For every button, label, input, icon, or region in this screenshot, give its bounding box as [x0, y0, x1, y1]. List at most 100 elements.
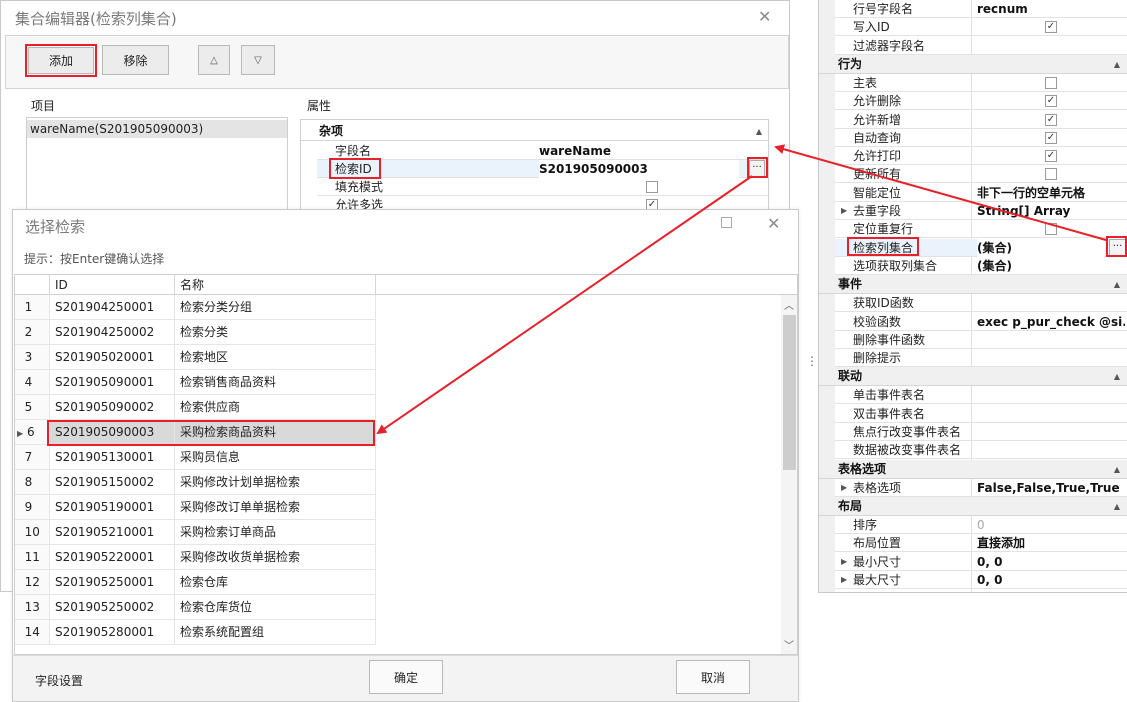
property-row[interactable]: 定位重复行: [835, 220, 1127, 239]
property-value[interactable]: [977, 441, 1125, 459]
collapse-icon[interactable]: ▲: [1114, 460, 1120, 479]
property-row[interactable]: 更新所有: [835, 165, 1127, 184]
property-row[interactable]: 允许删除 ✓: [835, 92, 1127, 111]
column-header-name[interactable]: 名称: [175, 275, 376, 295]
table-row[interactable]: ▶ 6 S201905090003 采购检索商品资料: [15, 420, 781, 445]
property-row[interactable]: 数据被改变事件表名: [835, 441, 1127, 460]
table-row[interactable]: 5 S201905090002 检索供应商: [15, 395, 781, 420]
name-cell[interactable]: 采购修改订单单据检索: [175, 495, 376, 520]
id-cell[interactable]: S201905090002: [50, 395, 175, 420]
add-button[interactable]: 添加: [28, 47, 94, 74]
id-cell[interactable]: S201905020001: [50, 345, 175, 370]
property-value[interactable]: 0, 0: [977, 553, 1125, 571]
property-checkbox[interactable]: [1045, 76, 1057, 89]
scroll-up-icon[interactable]: ︿: [784, 297, 794, 312]
id-cell[interactable]: S201905280001: [50, 620, 175, 645]
id-cell[interactable]: S201905150002: [50, 470, 175, 495]
property-row[interactable]: 行号字段名 recnum: [835, 0, 1127, 18]
table-row[interactable]: 13 S201905250002 检索仓库货位: [15, 595, 781, 620]
name-cell[interactable]: 采购检索订单商品: [175, 520, 376, 545]
property-row[interactable]: 检索列集合 (集合) ···: [835, 238, 1127, 257]
column-header-id[interactable]: ID: [50, 275, 175, 295]
table-row[interactable]: 2 S201904250002 检索分类: [15, 320, 781, 345]
category-header[interactable]: 行为 ▲: [819, 54, 1127, 74]
property-row[interactable]: 允许新增 ✓: [835, 111, 1127, 129]
table-row[interactable]: 1 S201904250001 检索分类分组: [15, 295, 781, 320]
property-value[interactable]: (集合): [977, 257, 1125, 275]
id-cell[interactable]: S201904250002: [50, 320, 175, 345]
fill-mode-checkbox[interactable]: [646, 181, 658, 193]
property-value[interactable]: exec p_pur_check @si...: [977, 313, 1125, 331]
property-row[interactable]: 自动查询 ✓: [835, 129, 1127, 147]
property-row[interactable]: 允许打印 ✓: [835, 147, 1127, 166]
property-row[interactable]: ▶ 表格选项 False,False,True,True: [835, 479, 1127, 497]
ellipsis-button[interactable]: ···: [749, 160, 765, 177]
collapse-icon[interactable]: ▲: [756, 122, 762, 141]
property-checkbox[interactable]: ✓: [1045, 150, 1057, 163]
name-cell[interactable]: 检索分类分组: [175, 295, 376, 320]
property-row[interactable]: 选项获取列集合 (集合): [835, 257, 1127, 275]
id-cell[interactable]: S201905250001: [50, 570, 175, 595]
property-row[interactable]: 校验函数 exec p_pur_check @si...: [835, 313, 1127, 331]
prop-row-fill-mode[interactable]: 填充模式: [317, 178, 768, 196]
property-row[interactable]: 智能定位 非下一行的空单元格: [835, 184, 1127, 202]
property-row[interactable]: 删除提示: [835, 349, 1127, 368]
id-cell[interactable]: S201905220001: [50, 545, 175, 570]
table-row[interactable]: 7 S201905130001 采购员信息: [15, 445, 781, 470]
property-value[interactable]: [977, 349, 1125, 367]
table-row[interactable]: 12 S201905250001 检索仓库: [15, 570, 781, 595]
property-value[interactable]: [977, 405, 1125, 423]
property-checkbox[interactable]: ✓: [1045, 95, 1057, 108]
property-value[interactable]: 0, 0: [977, 571, 1125, 589]
name-cell[interactable]: 检索系统配置组: [175, 620, 376, 645]
maximize-icon[interactable]: [721, 217, 732, 228]
field-settings-link[interactable]: 字段设置: [35, 672, 83, 689]
name-cell[interactable]: 采购检索商品资料: [175, 420, 376, 445]
prop-row-search-id[interactable]: 检索ID S201905090003 ···: [317, 160, 768, 178]
property-row[interactable]: 获取ID函数: [835, 294, 1127, 313]
category-header[interactable]: 联动 ▲: [819, 367, 1127, 387]
property-value[interactable]: [977, 294, 1125, 312]
items-list[interactable]: wareName(S201905090003): [26, 117, 288, 217]
property-row[interactable]: 主表: [835, 74, 1127, 92]
property-row[interactable]: 过滤器字段名: [835, 37, 1127, 55]
expand-icon[interactable]: ▶: [841, 553, 847, 571]
prop-row-field-name[interactable]: 字段名 wareName: [317, 142, 768, 160]
remove-button[interactable]: 移除: [102, 45, 169, 75]
items-list-item[interactable]: wareName(S201905090003): [27, 120, 287, 138]
collapse-icon[interactable]: ▲: [1114, 55, 1120, 74]
collapse-icon[interactable]: ▲: [1114, 275, 1120, 294]
id-cell[interactable]: S201905210001: [50, 520, 175, 545]
name-cell[interactable]: 检索地区: [175, 345, 376, 370]
expand-icon[interactable]: ▶: [841, 479, 847, 497]
id-cell[interactable]: S201904250001: [50, 295, 175, 320]
id-cell[interactable]: S201905090001: [50, 370, 175, 395]
table-row[interactable]: 4 S201905090001 检索销售商品资料: [15, 370, 781, 395]
ellipsis-button[interactable]: ···: [1109, 238, 1126, 256]
property-value[interactable]: (集合): [977, 238, 1105, 257]
table-row[interactable]: 14 S201905280001 检索系统配置组: [15, 620, 781, 645]
category-header[interactable]: 表格选项 ▲: [819, 459, 1127, 479]
category-header[interactable]: 布局 ▲: [819, 496, 1127, 516]
property-checkbox[interactable]: ✓: [1045, 113, 1057, 126]
name-cell[interactable]: 检索仓库货位: [175, 595, 376, 620]
name-cell[interactable]: 检索供应商: [175, 395, 376, 420]
property-value[interactable]: 直接添加: [977, 534, 1125, 552]
category-header[interactable]: 事件 ▲: [819, 275, 1127, 295]
prop-value[interactable]: wareName: [539, 142, 764, 160]
property-value[interactable]: recnum: [977, 0, 1125, 18]
ok-button[interactable]: 确定: [369, 660, 443, 694]
property-row[interactable]: 单击事件表名: [835, 386, 1127, 405]
collapse-icon[interactable]: ▲: [1114, 497, 1120, 516]
name-cell[interactable]: 检索分类: [175, 320, 376, 345]
id-cell[interactable]: S201905130001: [50, 445, 175, 470]
name-cell[interactable]: 检索仓库: [175, 570, 376, 595]
property-row[interactable]: 双击事件表名: [835, 405, 1127, 423]
scroll-down-icon[interactable]: ﹀: [784, 637, 794, 652]
table-row[interactable]: 11 S201905220001 采购修改收货单据检索: [15, 545, 781, 570]
property-value[interactable]: [977, 37, 1125, 55]
table-row[interactable]: 8 S201905150002 采购修改计划单据检索: [15, 470, 781, 495]
name-cell[interactable]: 检索销售商品资料: [175, 370, 376, 395]
vertical-scrollbar[interactable]: ︿ ﹀: [781, 295, 797, 654]
property-value[interactable]: [977, 386, 1125, 404]
